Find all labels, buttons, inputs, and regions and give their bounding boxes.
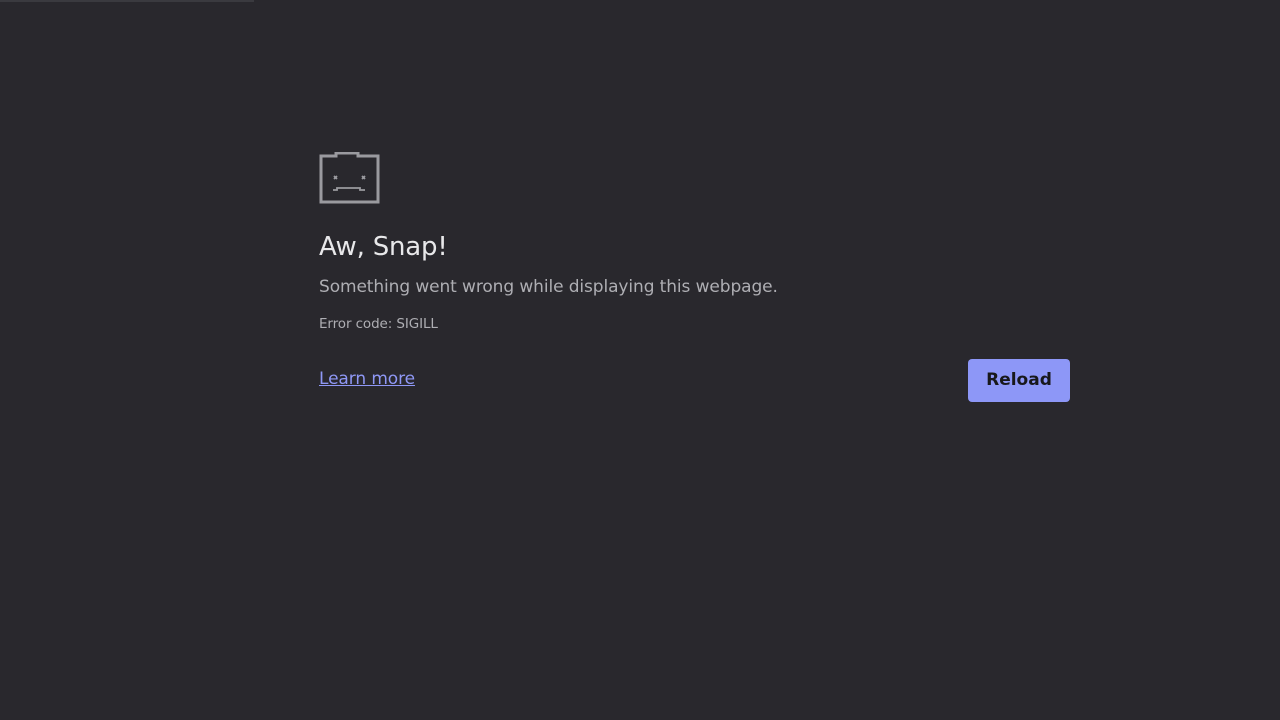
reload-button[interactable]: Reload (968, 359, 1070, 402)
page-load-progress-bar (0, 0, 254, 2)
error-message: Something went wrong while displaying th… (319, 277, 778, 297)
error-actions: Learn more Reload (319, 359, 1070, 403)
page-title: Aw, Snap! (319, 232, 448, 262)
sad-folder-icon (319, 152, 380, 204)
error-code: Error code: SIGILL (319, 316, 438, 332)
learn-more-link[interactable]: Learn more (319, 368, 415, 390)
error-page-content: Aw, Snap! Something went wrong while dis… (319, 152, 1070, 403)
